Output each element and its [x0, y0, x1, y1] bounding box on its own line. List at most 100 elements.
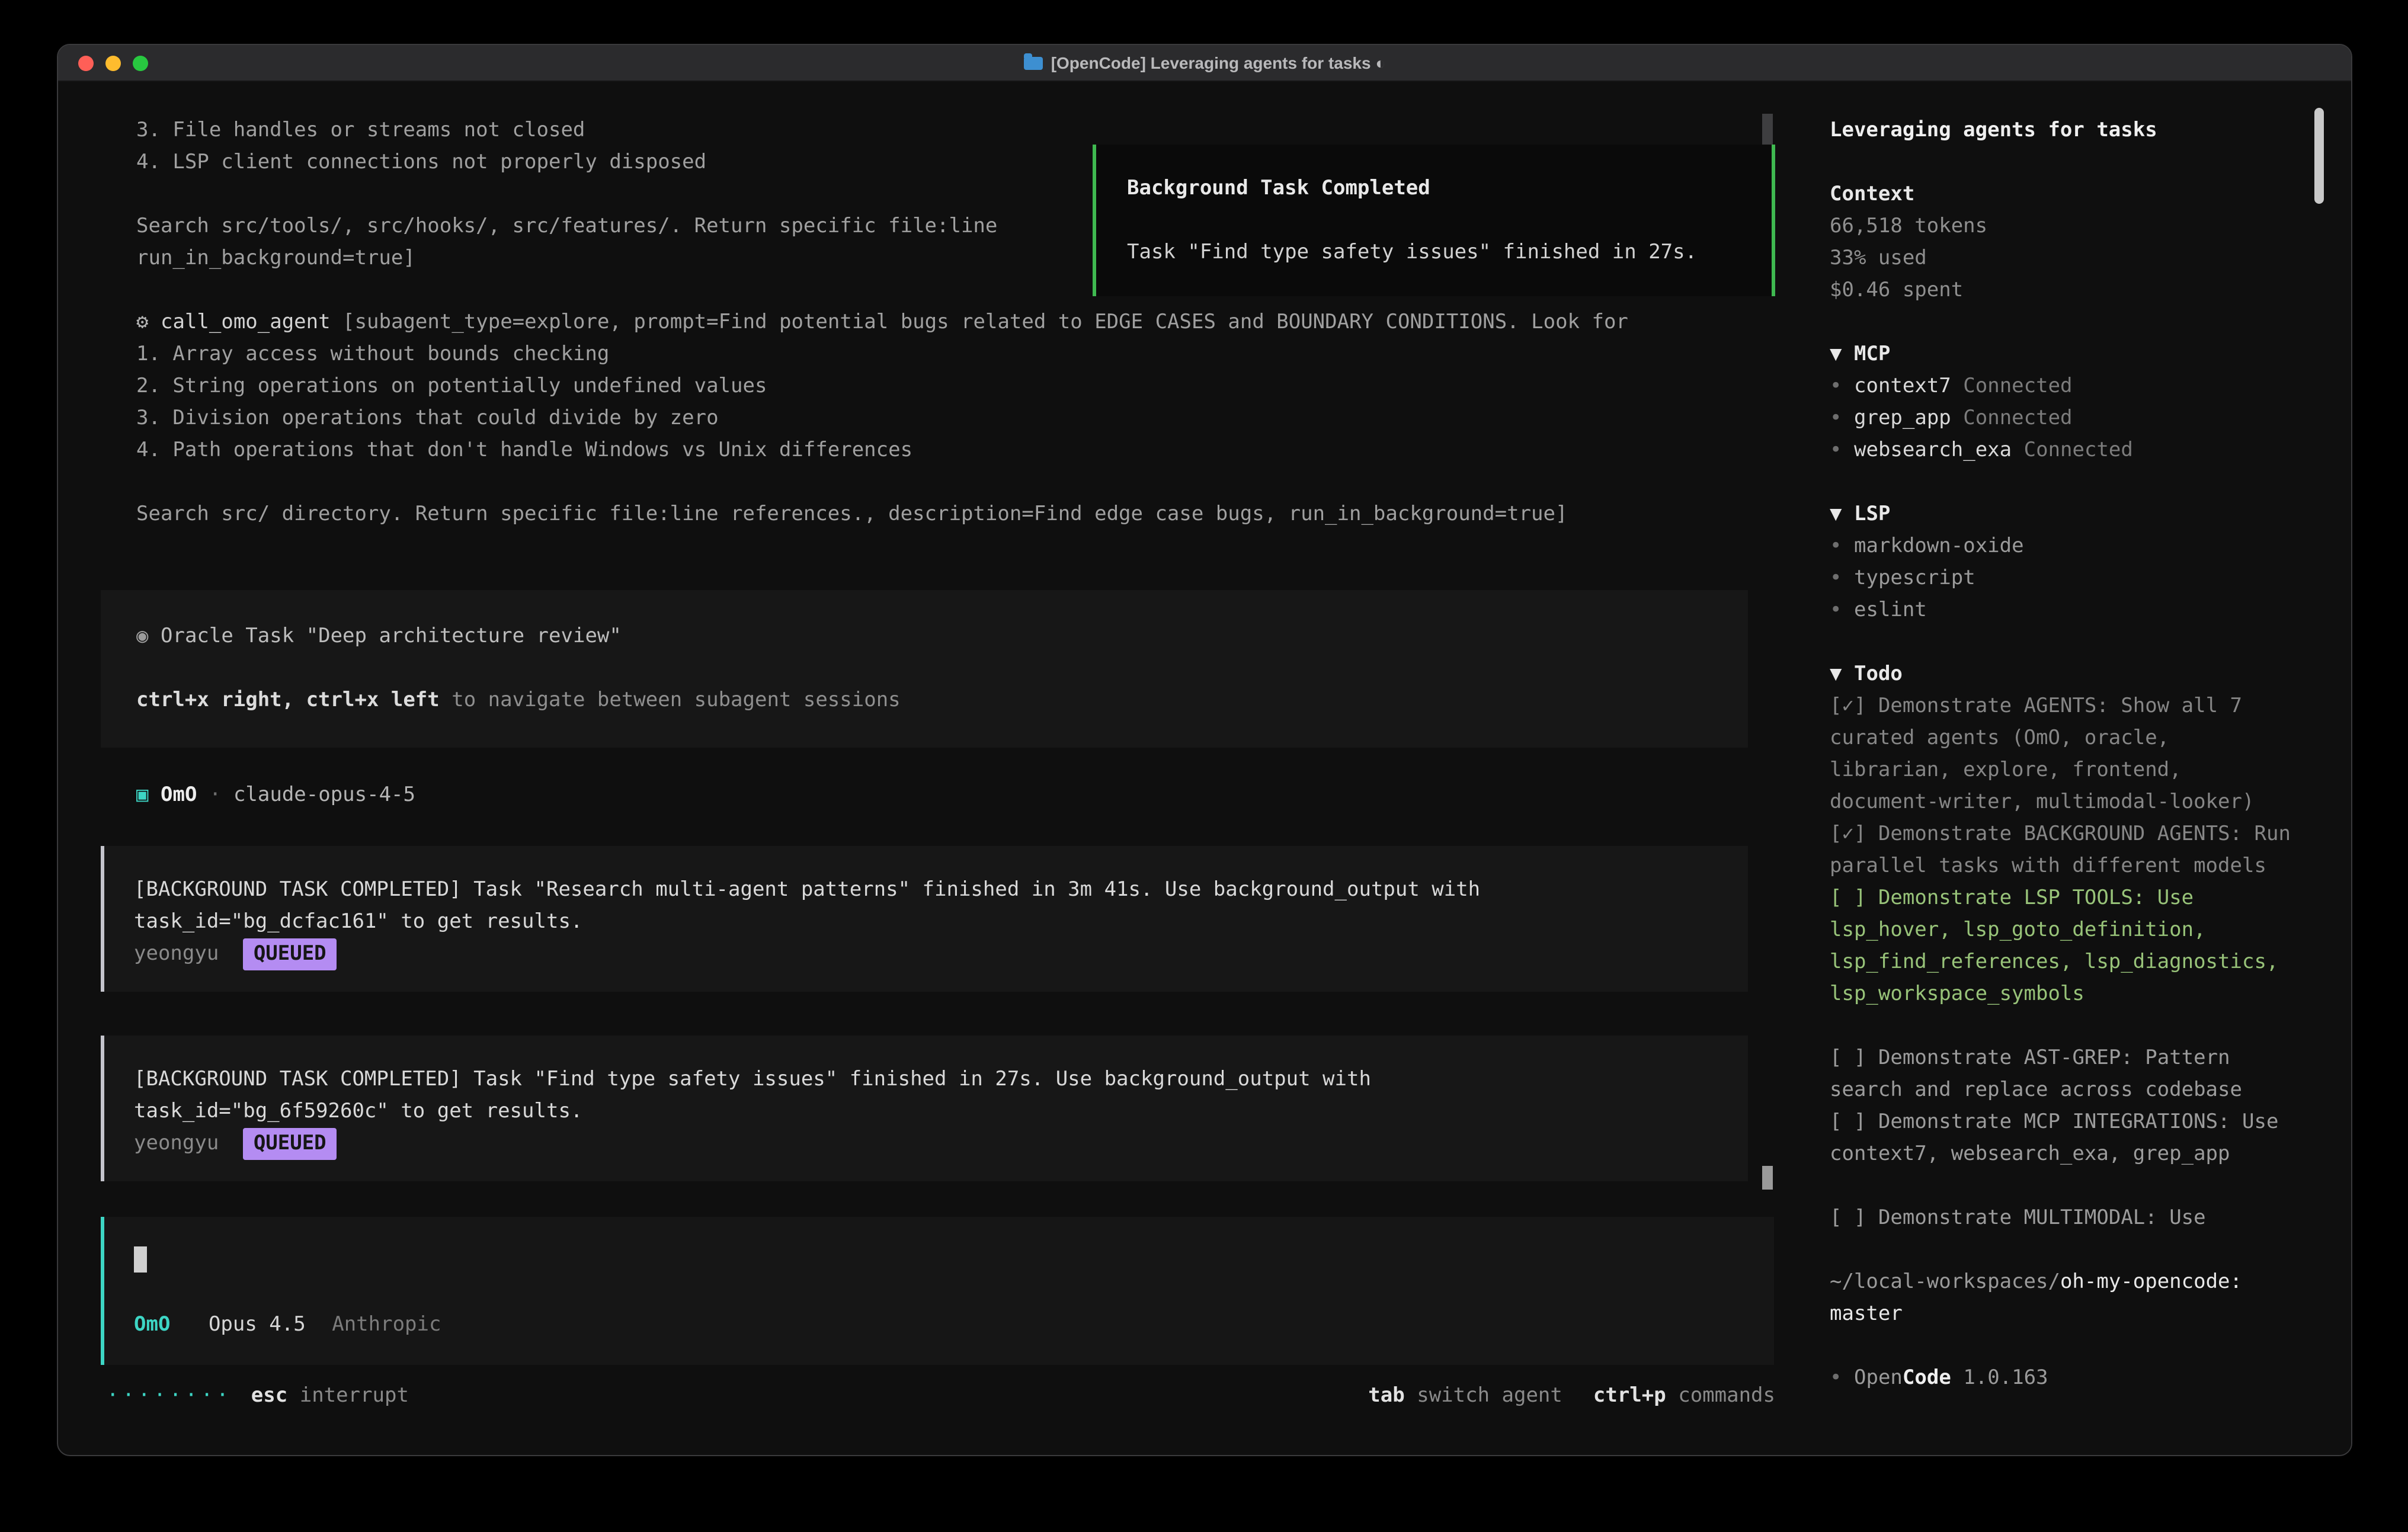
status-bar: ········ esc interrupt tab switch agent … — [107, 1380, 1775, 1412]
text-cursor — [134, 1246, 147, 1273]
agent-icon: ▣ — [136, 783, 149, 807]
message-block: [BACKGROUND TASK COMPLETED] Task "Find t… — [101, 1036, 1748, 1181]
collapse-triangle-icon: ▼ — [1830, 662, 1842, 686]
ctrlp-key-hint: ctrl+p commands — [1593, 1380, 1775, 1412]
sidebar-title: Leveraging agents for tasks — [1830, 115, 2299, 147]
todo-checkbox: [ ] — [1830, 886, 1866, 910]
tool-call-item: 3. Division operations that could divide… — [136, 403, 1806, 435]
tool-call-footer: Search src/ directory. Return specific f… — [136, 499, 1806, 531]
context-heading: Context — [1830, 179, 2299, 211]
queued-badge: QUEUED — [243, 1128, 337, 1160]
esc-key-hint: esc interrupt — [251, 1380, 409, 1412]
input-line — [134, 1245, 1774, 1277]
todo-item: [ ] Demonstrate MCP INTEGRATIONS: Use co… — [1830, 1107, 2299, 1171]
bullet-icon: • — [1830, 374, 1842, 398]
mcp-item: • context7 Connected — [1830, 371, 2299, 403]
close-button[interactable] — [78, 55, 94, 70]
message-meta: yeongyu QUEUED — [134, 938, 1748, 970]
separator-dot: · — [209, 783, 222, 807]
tool-call-args: [subagent_type=explore, prompt=Find pote… — [342, 310, 1628, 334]
oracle-task-box: ◉ Oracle Task "Deep architecture review"… — [101, 590, 1748, 748]
oracle-task-title-line: ◉ Oracle Task "Deep architecture review" — [136, 621, 1748, 653]
mcp-section: ▼ MCP • context7 Connected • grep_app Co… — [1830, 339, 2299, 467]
bullet-icon: • — [1830, 534, 1842, 558]
agent-model: claude-opus-4-5 — [233, 783, 415, 807]
agent-name: OmO — [161, 783, 197, 807]
subagent-nav-hint: ctrl+x right, ctrl+x left to navigate be… — [136, 685, 1748, 717]
todo-checkbox: [ ] — [1830, 1110, 1866, 1134]
bullet-icon: • — [1830, 438, 1842, 462]
input-agent-label: OmO — [134, 1313, 170, 1337]
bullet-icon: • — [1830, 406, 1842, 430]
input-model-row: OmO Opus 4.5 Anthropic — [134, 1309, 1774, 1341]
todo-section-header[interactable]: ▼ Todo — [1830, 659, 2299, 691]
message-text: [BACKGROUND TASK COMPLETED] Task "Find t… — [134, 1064, 1748, 1096]
toast-title: Background Task Completed — [1127, 173, 1750, 205]
titlebar: [OpenCode] Leveraging agents for tasks ◐ — [58, 45, 2351, 82]
collapse-triangle-icon: ▼ — [1830, 342, 1842, 366]
agent-header: ▣ OmO · claude-opus-4-5 — [136, 780, 1806, 812]
workspace-branch: master — [1830, 1299, 2299, 1331]
window-title: [OpenCode] Leveraging agents for tasks ◐ — [58, 53, 2351, 72]
todo-checkbox: [ ] — [1830, 1046, 1866, 1070]
terminal-main: 3. File handles or streams not closed 4.… — [58, 82, 1806, 1455]
toast-body: Task "Find type safety issues" finished … — [1127, 237, 1750, 269]
sidebar: Leveraging agents for tasks Context 66,5… — [1806, 82, 2351, 1455]
hint-keys: ctrl+x right, ctrl+x left — [136, 688, 440, 712]
prompt-input[interactable]: OmO Opus 4.5 Anthropic — [101, 1217, 1774, 1365]
hint-text: to navigate between subagent sessions — [451, 688, 900, 712]
background-toast[interactable]: Background Task Completed Task "Find typ… — [1093, 145, 1775, 296]
opencode-version: • OpenCode 1.0.163 — [1830, 1363, 2299, 1395]
todo-item: [ ] Demonstrate MULTIMODAL: Use — [1830, 1203, 2299, 1235]
lsp-section-header[interactable]: ▼ LSP — [1830, 499, 2299, 531]
tool-call-item: 1. Array access without bounds checking — [136, 339, 1806, 371]
bullet-icon: • — [1830, 598, 1842, 622]
lsp-item: • typescript — [1830, 563, 2299, 595]
bullet-icon: • — [1830, 566, 1842, 590]
todo-checkbox: [✓] — [1830, 822, 1866, 846]
lsp-section: ▼ LSP • markdown-oxide • typescript • es… — [1830, 499, 2299, 627]
minimize-button[interactable] — [105, 55, 121, 70]
message-text: [BACKGROUND TASK COMPLETED] Task "Resear… — [134, 874, 1748, 906]
oracle-task-title: Oracle Task "Deep architecture review" — [161, 624, 622, 648]
folder-icon — [1024, 56, 1043, 69]
scrollbar-thumb[interactable] — [1762, 1166, 1773, 1190]
message-block: [BACKGROUND TASK COMPLETED] Task "Resear… — [101, 846, 1748, 992]
todo-item: [✓] Demonstrate BACKGROUND AGENTS: Run p… — [1830, 819, 2299, 883]
tool-call-line: ⚙ call_omo_agent [subagent_type=explore,… — [136, 307, 1806, 339]
tool-call-name: call_omo_agent — [161, 310, 331, 334]
tool-call-item: 4. Path operations that don't handle Win… — [136, 435, 1806, 467]
message-author: yeongyu — [134, 942, 219, 966]
mcp-section-header[interactable]: ▼ MCP — [1830, 339, 2299, 371]
tab-key-hint: tab switch agent — [1368, 1380, 1562, 1412]
context-section: Context 66,518 tokens 33% used $0.46 spe… — [1830, 179, 2299, 307]
mcp-item: • grep_app Connected — [1830, 403, 2299, 435]
input-provider-label: Anthropic — [332, 1313, 441, 1337]
bullet-icon: • — [1830, 1366, 1842, 1390]
todo-item: [✓] Demonstrate AGENTS: Show all 7 curat… — [1830, 691, 2299, 819]
message-text: task_id="bg_dcfac161" to get results. — [134, 906, 1748, 938]
zoom-button[interactable] — [133, 55, 148, 70]
log-line: 3. File handles or streams not closed — [136, 115, 1806, 147]
todo-item: [ ] Demonstrate LSP TOOLS: Use lsp_hover… — [1830, 883, 2299, 1011]
message-meta: yeongyu QUEUED — [134, 1128, 1748, 1160]
desktop: [OpenCode] Leveraging agents for tasks ◐… — [0, 0, 2408, 1532]
gear-icon: ⚙ — [136, 310, 149, 334]
window-title-text: [OpenCode] Leveraging agents for tasks ◐ — [1051, 53, 1386, 72]
scrollbar-thumb[interactable] — [1762, 114, 1773, 149]
tool-call-item: 2. String operations on potentially unde… — [136, 371, 1806, 403]
context-tokens: 66,518 tokens — [1830, 211, 2299, 243]
sidebar-scrollbar[interactable] — [2314, 108, 2324, 204]
todo-item: [ ] Demonstrate AST-GREP: Pattern search… — [1830, 1043, 2299, 1107]
window-body: 3. File handles or streams not closed 4.… — [58, 82, 2351, 1455]
workspace-path: ~/local-workspaces/oh-my-opencode: — [1830, 1267, 2299, 1299]
mcp-item: • websearch_exa Connected — [1830, 435, 2299, 467]
input-model-label: Opus 4.5 — [209, 1313, 306, 1337]
spinner-dots: ········ — [107, 1380, 232, 1412]
lsp-item: • markdown-oxide — [1830, 531, 2299, 563]
collapse-triangle-icon: ▼ — [1830, 502, 1842, 526]
queued-badge: QUEUED — [243, 938, 337, 970]
mcp-heading: MCP — [1854, 342, 1890, 366]
todo-checkbox: [✓] — [1830, 694, 1866, 718]
traffic-lights — [78, 55, 148, 70]
